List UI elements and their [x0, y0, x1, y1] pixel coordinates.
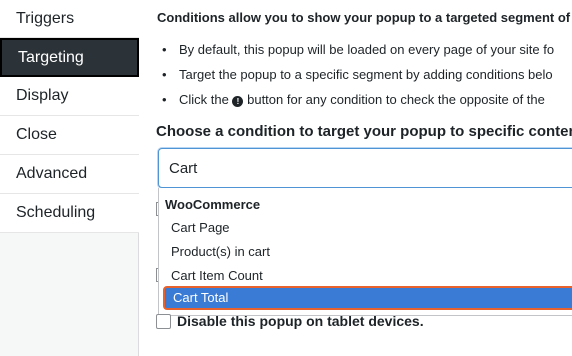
tablet-disable-label: Disable this popup on tablet devices. [177, 313, 424, 329]
dropdown-option-cart-total[interactable]: Cart Total [163, 286, 572, 310]
exclamation-icon: ! [232, 96, 244, 107]
tablet-disable-row[interactable]: Disable this popup on tablet devices. [156, 313, 424, 329]
dropdown-option-cart-page[interactable]: Cart Page [159, 216, 572, 240]
dropdown-group-label: WooCommerce [165, 197, 261, 212]
tablet-disable-checkbox[interactable] [156, 313, 171, 329]
intro-text: Conditions allow you to show your popup … [157, 10, 571, 25]
condition-dropdown: WooCommerce Cart Page Product(s) in cart… [158, 188, 572, 316]
help-bullet: Click the ! button for any condition to … [162, 91, 554, 116]
help-bullet-suffix: button for any condition to check the op… [247, 92, 545, 107]
condition-search[interactable] [158, 148, 572, 188]
sidebar-item-display[interactable]: Display [0, 77, 139, 116]
sidebar-item-scheduling[interactable]: Scheduling [0, 194, 139, 233]
condition-search-input[interactable] [159, 149, 572, 187]
targeting-panel: Conditions allow you to show your popup … [140, 0, 572, 356]
condition-heading: Choose a condition to target your popup … [156, 123, 572, 140]
dropdown-option-products-in-cart[interactable]: Product(s) in cart [159, 240, 572, 264]
sidebar-item-advanced[interactable]: Advanced [0, 155, 139, 194]
sidebar-menu: Triggers Targeting Display Close Advance… [0, 0, 139, 233]
sidebar-item-triggers[interactable]: Triggers [0, 0, 139, 38]
dropdown-option-cart-item-count[interactable]: Cart Item Count [159, 264, 572, 288]
help-bullet: By default, this popup will be loaded on… [162, 41, 554, 66]
help-bullet: Target the popup to a specific segment b… [162, 66, 554, 91]
help-bullets: By default, this popup will be loaded on… [162, 41, 554, 116]
sidebar-item-targeting[interactable]: Targeting [0, 38, 139, 77]
help-bullet-prefix: Click the [179, 92, 229, 107]
sidebar-item-close[interactable]: Close [0, 116, 139, 155]
sidebar: Triggers Targeting Display Close Advance… [0, 0, 139, 356]
